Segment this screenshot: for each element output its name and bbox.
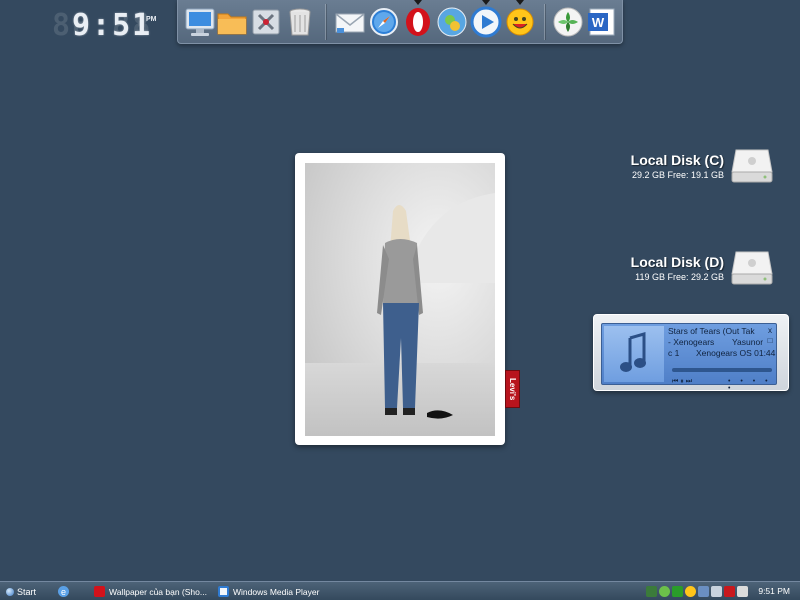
dock-separator — [544, 4, 545, 40]
track-disc: c 1 — [668, 348, 680, 358]
running-indicator — [516, 0, 524, 5]
hard-drive-icon — [730, 148, 774, 186]
display-icon[interactable] — [698, 586, 709, 597]
photo-widget[interactable] — [295, 153, 505, 445]
seek-bar[interactable] — [672, 368, 772, 372]
taskbar-task-wallpaper[interactable]: Wallpaper của bạn (Sho... — [92, 583, 212, 600]
my-computer-icon[interactable] — [184, 6, 216, 38]
apple-icon[interactable] — [737, 586, 748, 597]
disk-info: 119 GB Free: 29.2 GB — [635, 272, 724, 282]
control-panel-icon[interactable] — [250, 6, 282, 38]
start-button[interactable]: Start — [6, 584, 48, 599]
taskbar-clock[interactable]: 9:51 PM — [758, 586, 790, 596]
track-artist: - Xenogears — [668, 337, 715, 347]
volume-dots[interactable]: • • • • • — [728, 378, 776, 392]
player-screen: Stars of Tears (Out Tak - Xenogears Yasu… — [601, 323, 777, 392]
task-label: Wallpaper của bạn (Sho... — [109, 586, 207, 597]
utorrent-icon[interactable] — [659, 586, 670, 597]
levis-badge: Levi's — [505, 370, 520, 408]
media-player-icon — [218, 586, 229, 597]
yahoo-tray-icon[interactable] — [685, 586, 696, 597]
start-orb-icon — [6, 587, 14, 596]
opera-icon — [94, 586, 105, 597]
media-player-icon[interactable] — [470, 6, 502, 38]
disk-name: Local Disk (C) — [630, 152, 724, 168]
close-icon[interactable]: x — [766, 327, 774, 335]
antivirus-icon[interactable] — [724, 586, 735, 597]
taskbar: Start e Wallpaper của bạn (Sho... Window… — [0, 581, 800, 600]
play-icon[interactable] — [672, 586, 683, 597]
opera-icon[interactable] — [402, 6, 434, 38]
messenger-icon[interactable] — [436, 6, 468, 38]
folder-icon[interactable] — [216, 6, 248, 38]
playback-controls[interactable]: ⏮ ⏸ ⏭ — [672, 378, 692, 386]
disk-widget-d[interactable]: Local Disk (D) 119 GB Free: 29.2 GB — [600, 250, 780, 294]
running-indicator — [482, 0, 490, 5]
yahoo-messenger-icon[interactable] — [504, 6, 536, 38]
start-label: Start — [17, 586, 37, 597]
system-tray: 9:51 PM — [642, 583, 800, 600]
track-title: Stars of Tears (Out Tak — [668, 326, 755, 336]
svg-text:W: W — [592, 15, 605, 30]
clock-time: 9:51 — [72, 8, 153, 43]
dock-separator — [325, 4, 326, 40]
mail-icon[interactable] — [334, 6, 366, 38]
disk-info: 29.2 GB Free: 19.1 GB — [631, 170, 724, 180]
top-dock: W — [177, 0, 623, 44]
svg-text:e: e — [61, 587, 66, 597]
volume-icon[interactable] — [711, 586, 722, 597]
taskbar-task-media-player[interactable]: Windows Media Player — [216, 583, 336, 600]
disk-widget-c[interactable]: Local Disk (C) 29.2 GB Free: 19.1 GB — [600, 148, 780, 192]
desktop-clock-widget: 88:88 9:51 PM — [52, 8, 164, 43]
wallpaper-photo — [305, 163, 495, 436]
task-label: Windows Media Player — [233, 586, 320, 597]
clock-ampm: PM — [146, 16, 157, 23]
minimize-icon[interactable]: □ — [766, 337, 774, 345]
hard-drive-icon — [730, 250, 774, 288]
album-art — [604, 326, 664, 382]
photo-app-icon[interactable] — [552, 6, 584, 38]
safari-compass-icon[interactable] — [368, 6, 400, 38]
network-icon[interactable] — [646, 586, 657, 597]
track-album-time: Xenogears OS 01:44 — [696, 348, 776, 358]
disk-name: Local Disk (D) — [630, 254, 724, 270]
running-indicator — [414, 0, 422, 5]
word-icon[interactable]: W — [586, 6, 618, 38]
media-player-widget[interactable]: Stars of Tears (Out Tak - Xenogears Yasu… — [593, 314, 789, 392]
recycle-bin-icon[interactable] — [284, 6, 316, 38]
ie-quick-launch-icon[interactable]: e — [57, 585, 70, 598]
